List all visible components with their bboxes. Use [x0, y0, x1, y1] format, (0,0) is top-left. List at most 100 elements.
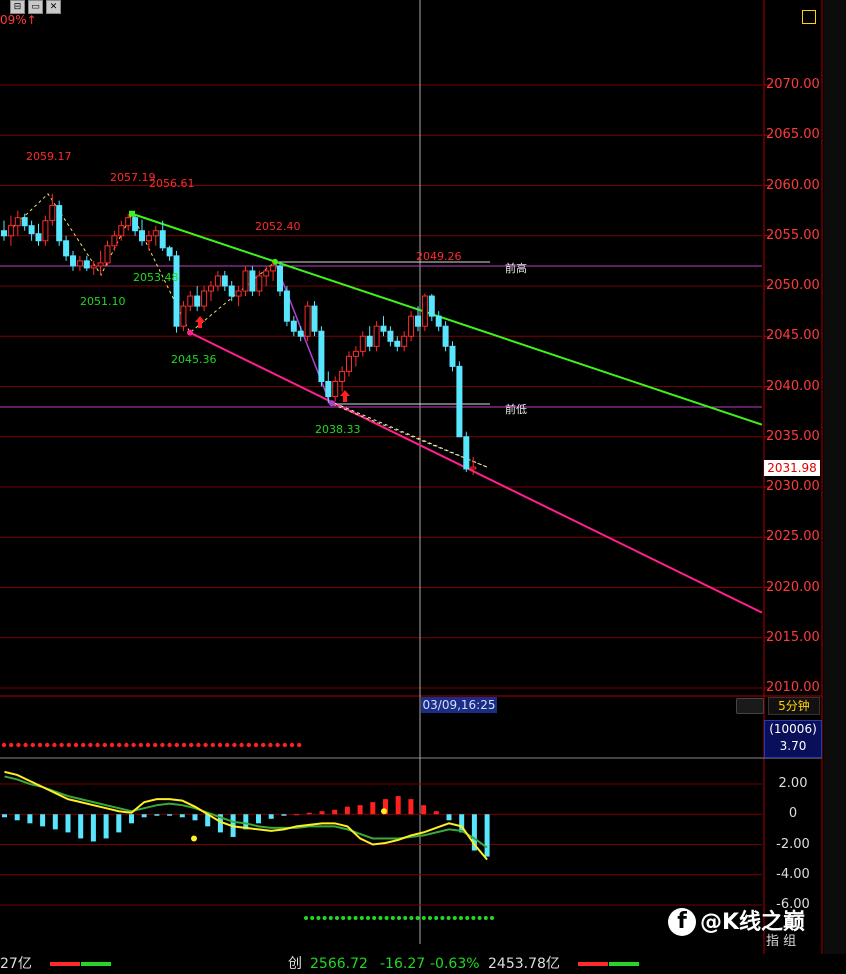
candle-body	[63, 240, 70, 257]
histogram-bar	[256, 814, 261, 824]
candle-body	[139, 230, 145, 242]
close-icon[interactable]: ✕	[46, 0, 61, 14]
candle-body	[318, 330, 325, 382]
signal-dot	[73, 742, 79, 748]
price-tick-label: 2035.00	[766, 428, 820, 444]
candle-body	[435, 315, 442, 327]
histogram-bar	[484, 814, 490, 857]
candle-body	[256, 275, 263, 292]
support-trendline	[189, 331, 763, 614]
price-tick-label: 2070.00	[766, 77, 820, 92]
histogram-bar	[40, 814, 46, 827]
signal-dot	[217, 742, 223, 748]
candle-body	[173, 255, 180, 327]
signal-dot	[465, 916, 470, 920]
signal-dot	[378, 916, 383, 920]
candle-body	[415, 315, 421, 327]
candle-body	[76, 260, 83, 267]
candle-body	[456, 365, 463, 438]
signal-dot	[30, 742, 35, 748]
candle-body	[401, 335, 408, 347]
period-selector[interactable]: 5分钟	[768, 697, 820, 715]
signal-dot	[397, 916, 401, 920]
panel-toggle-icon[interactable]	[802, 10, 816, 24]
signal-dot	[434, 916, 439, 920]
histogram-bar	[141, 814, 147, 818]
candle-body	[249, 270, 256, 292]
histogram-bar	[319, 811, 325, 815]
candle-body	[118, 225, 125, 237]
signal-dot	[95, 742, 100, 748]
candle-body	[49, 205, 56, 222]
signal-dot	[409, 916, 414, 920]
candle-body	[352, 350, 359, 357]
signal-dot	[452, 916, 457, 920]
candle-body	[470, 466, 477, 470]
facebook-icon: f	[668, 908, 696, 936]
candle-body	[21, 217, 28, 227]
signal-dot	[471, 916, 476, 920]
index-value: 2566.72	[310, 956, 368, 972]
signal-dot	[372, 916, 377, 920]
signal-dot	[459, 916, 463, 920]
buy-arrow-icon	[340, 390, 350, 402]
signal-dot	[167, 742, 172, 748]
candle-body	[70, 255, 76, 267]
signal-dot	[415, 916, 420, 920]
signal-dot	[81, 742, 86, 748]
price-chart	[0, 0, 823, 954]
signal-dot	[109, 742, 115, 748]
index-change: -16.27	[380, 956, 426, 972]
histogram-bar	[52, 814, 58, 830]
signal-dot	[174, 742, 179, 748]
low-label: 2053.48	[133, 271, 179, 284]
signal-dot	[210, 742, 215, 748]
candle-body	[263, 270, 270, 277]
signal-dot	[421, 916, 426, 920]
up-bar-2	[578, 962, 608, 966]
signal-dot	[440, 916, 445, 920]
candle-body	[221, 275, 228, 287]
candle-body	[111, 235, 118, 247]
signal-dot	[52, 742, 57, 748]
signal-dot	[117, 742, 122, 748]
candle-body	[277, 265, 283, 292]
signal-dot	[304, 916, 308, 920]
minimize-icon[interactable]: ⊟	[10, 0, 25, 14]
histogram-bar	[357, 805, 363, 815]
candle-body	[332, 380, 339, 398]
candle-body	[83, 260, 90, 269]
candle-body	[145, 235, 152, 242]
candle-body	[97, 262, 104, 267]
candle-body	[201, 290, 208, 307]
candle-body	[463, 436, 470, 470]
candle-body	[366, 335, 373, 347]
candle-body	[387, 330, 394, 342]
indicator-box[interactable]: (10006) 3.70	[764, 720, 822, 758]
high-label: 2059.17	[26, 150, 72, 163]
histogram-bar	[179, 814, 185, 818]
period-selector-blank[interactable]	[736, 698, 764, 714]
board-label: 创	[288, 956, 302, 972]
restore-icon[interactable]: ▭	[28, 0, 43, 14]
candle-body	[152, 230, 159, 237]
signal-dot	[203, 742, 208, 748]
signal-dot	[483, 916, 488, 920]
candle-body	[283, 290, 290, 322]
signal-dot	[322, 916, 327, 920]
price-tick-label: 2060.00	[766, 177, 820, 193]
histogram-bar	[344, 806, 350, 815]
histogram-bar	[332, 809, 338, 815]
signal-dot	[16, 742, 21, 748]
signal-dot	[225, 742, 230, 748]
indicator-tick-label: 2.00	[778, 776, 808, 791]
histogram-bar	[167, 814, 173, 816]
histogram-bar	[281, 814, 287, 816]
candle-body	[380, 325, 387, 332]
signal-dot	[275, 742, 280, 748]
signal-dot	[181, 742, 187, 748]
indicator-value: 3.70	[779, 739, 807, 753]
histogram-bar	[154, 814, 160, 816]
candle-body	[228, 285, 235, 297]
histogram-bar	[294, 814, 300, 816]
